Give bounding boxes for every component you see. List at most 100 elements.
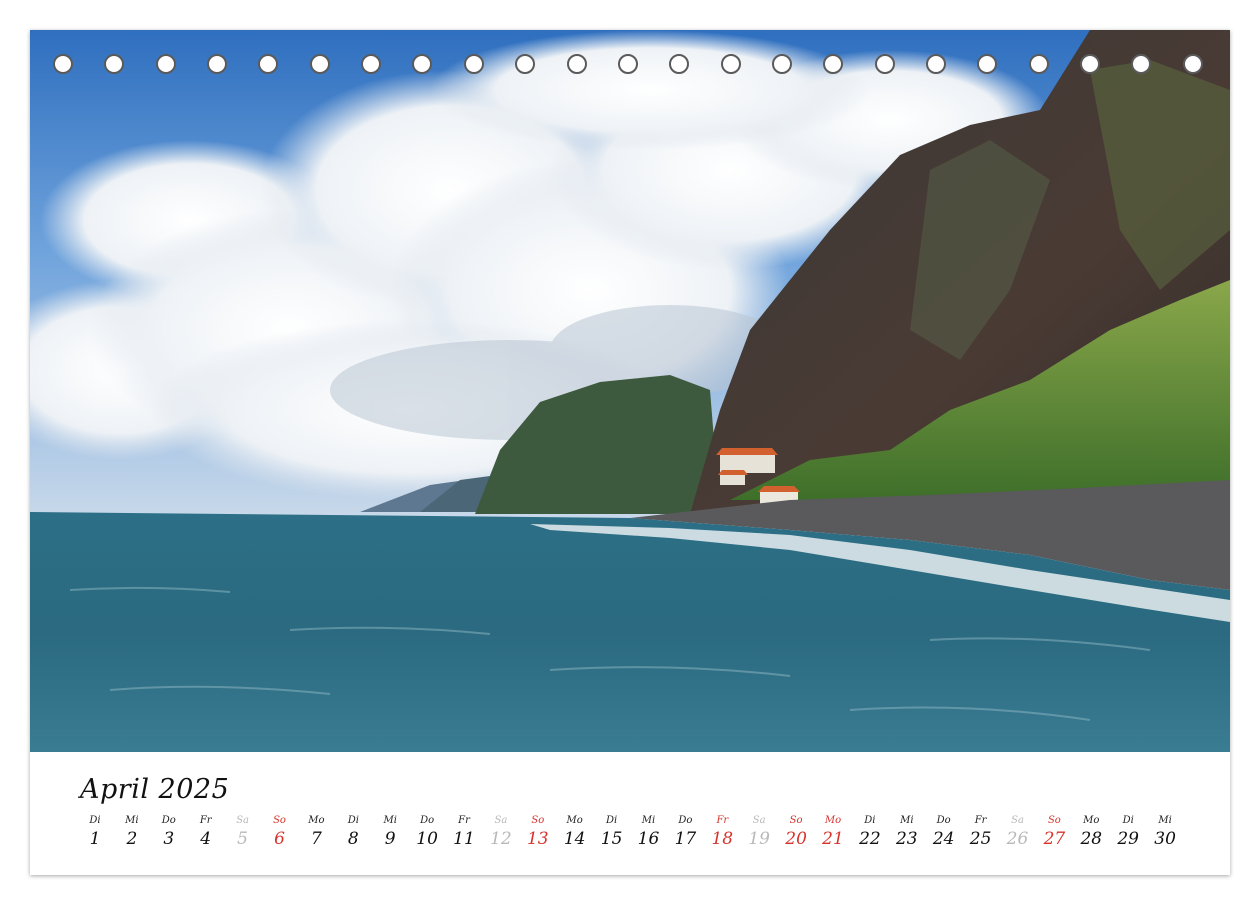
weekday-label: Mi	[383, 815, 397, 826]
day-cell: Do 10	[409, 815, 445, 850]
weekday-label: So	[273, 815, 286, 826]
weekday-label: Mo	[566, 815, 583, 826]
weekday-label: Di	[605, 815, 618, 826]
weekday-label: Mi	[1158, 815, 1172, 826]
day-cell: Fr 18	[704, 815, 740, 850]
day-cell: Sa 5	[225, 815, 261, 850]
weekday-label: Mi	[900, 815, 914, 826]
weekday-label: Fr	[974, 815, 987, 826]
day-number: 6	[274, 829, 285, 849]
binding-hole	[207, 54, 228, 74]
day-cell: Di 8	[335, 815, 371, 850]
weekday-label: Sa	[752, 815, 766, 826]
binding-hole	[1182, 54, 1203, 74]
binding-hole	[361, 54, 382, 74]
weekday-label: Mi	[641, 815, 656, 826]
weekday-label: Di	[89, 815, 101, 826]
coastal-cliff-illustration	[30, 30, 1230, 752]
weekday-label: Fr	[199, 815, 212, 826]
calendar-page: April 2025 Di 1 Mi 2 Do 3 Fr 4 Sa 5 So 6 Mo 7 Di 8 Mi 9 Do…	[30, 30, 1230, 875]
weekday-label: Di	[1122, 815, 1134, 826]
day-cell: Mo 21	[815, 815, 851, 850]
binding-hole	[309, 54, 330, 74]
weekday-label: Di	[347, 815, 359, 826]
binding-holes	[30, 54, 1230, 80]
day-number: 4	[200, 829, 212, 849]
day-number: 8	[347, 829, 359, 849]
day-cell: Fr 11	[446, 815, 482, 850]
day-number: 9	[384, 829, 396, 849]
day-number: 25	[969, 829, 992, 849]
day-cell: So 6	[262, 815, 298, 850]
day-cell: Mo 28	[1073, 815, 1109, 850]
day-number: 11	[453, 829, 475, 849]
day-cell: So 27	[1036, 815, 1072, 850]
day-cell: Mi 30	[1147, 815, 1183, 850]
day-number: 21	[822, 829, 844, 849]
day-number: 10	[416, 829, 438, 849]
day-number: 5	[237, 829, 248, 849]
day-number: 14	[563, 829, 586, 849]
day-cell: So 13	[520, 815, 556, 850]
day-number: 1	[89, 829, 101, 849]
binding-hole	[771, 54, 792, 74]
landscape-photo	[30, 30, 1230, 752]
month-title: April 2025	[80, 774, 230, 805]
weekday-label: Mo	[308, 815, 325, 826]
weekday-label: Mi	[125, 815, 139, 826]
day-number: 29	[1117, 829, 1139, 849]
weekday-label: Mo	[1083, 815, 1100, 826]
day-cell: Do 17	[667, 815, 703, 850]
weekday-label: Fr	[716, 815, 729, 826]
weekday-label: Mo	[824, 815, 842, 826]
day-number: 22	[859, 829, 881, 849]
binding-hole	[412, 54, 433, 74]
day-number: 28	[1080, 829, 1103, 849]
day-cell: Fr 25	[963, 815, 999, 850]
day-number: 20	[785, 829, 807, 849]
binding-hole	[617, 54, 638, 74]
weekday-label: Do	[936, 815, 951, 826]
day-cell: Di 1	[77, 815, 113, 850]
day-cell: Mo 7	[298, 815, 334, 850]
day-cell: Di 29	[1110, 815, 1146, 850]
day-number: 3	[163, 829, 175, 849]
weekday-label: Sa	[236, 815, 249, 826]
day-number: 17	[674, 829, 697, 849]
binding-hole	[463, 54, 484, 74]
weekday-label: Do	[678, 815, 693, 826]
weekday-label: So	[1047, 815, 1061, 826]
day-cell: Mi 23	[889, 815, 925, 850]
day-row: Di 1 Mi 2 Do 3 Fr 4 Sa 5 So 6 Mo 7 Di 8 Mi 9 Do 10 Fr 11 Sa 12 S…	[77, 815, 1197, 865]
weekday-label: Do	[420, 815, 435, 826]
day-number: 12	[490, 829, 512, 849]
day-cell: Fr 4	[188, 815, 224, 850]
day-number: 16	[637, 829, 660, 849]
binding-hole	[1080, 54, 1100, 74]
day-number: 23	[895, 829, 918, 849]
binding-hole	[977, 54, 998, 74]
binding-hole	[515, 54, 536, 74]
day-cell: Do 24	[926, 815, 962, 850]
day-number: 27	[1043, 829, 1066, 849]
day-number: 24	[932, 829, 955, 849]
weekday-label: Do	[161, 815, 176, 826]
day-cell: Di 22	[852, 815, 888, 850]
day-number: 19	[748, 829, 770, 849]
binding-hole	[720, 54, 741, 74]
binding-hole	[1028, 54, 1049, 74]
day-cell: Sa 19	[741, 815, 777, 850]
day-cell: Mi 2	[114, 815, 150, 850]
binding-hole	[669, 54, 690, 74]
weekday-label: So	[789, 815, 803, 826]
weekday-label: Fr	[458, 815, 470, 826]
day-cell: Di 15	[594, 815, 630, 850]
day-cell: Mi 16	[631, 815, 667, 850]
day-number: 30	[1154, 829, 1176, 849]
binding-hole	[53, 54, 73, 74]
binding-hole	[566, 54, 587, 74]
day-cell: So 20	[778, 815, 814, 850]
binding-hole	[104, 54, 125, 74]
binding-hole	[823, 54, 844, 74]
binding-hole	[155, 54, 176, 74]
